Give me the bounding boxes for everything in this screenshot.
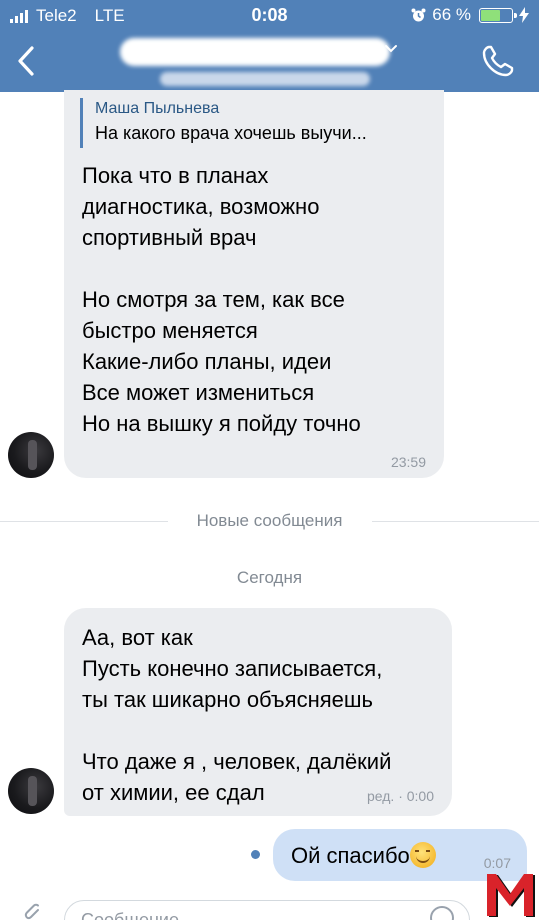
unread-indicator (251, 850, 260, 859)
reply-author: Маша Пыльнева (95, 100, 220, 117)
charging-icon (519, 7, 529, 23)
chat-header: Tele2 LTE 0:08 66 % (0, 0, 539, 92)
paperclip-icon[interactable] (22, 902, 44, 920)
message-text: Аа, вот как Пусть конечно записывается, … (82, 625, 392, 805)
battery-percent: 66 % (432, 5, 471, 24)
avatar[interactable] (8, 432, 54, 478)
back-button[interactable] (12, 44, 42, 78)
reply-preview-text: На какого врача хочешь выучи... (95, 123, 367, 143)
message-composer (0, 892, 539, 920)
avatar[interactable] (8, 768, 54, 814)
chevron-down-icon (385, 45, 397, 53)
incoming-message[interactable]: Аа, вот как Пусть конечно записывается, … (64, 608, 452, 816)
message-text: Ой спасибо (291, 843, 410, 868)
chat-title[interactable] (120, 32, 400, 88)
redacted-contact-name (120, 38, 390, 66)
reply-quote[interactable]: Маша Пыльнева На какого врача хочешь выу… (80, 98, 432, 148)
call-button[interactable] (479, 42, 517, 80)
logo-m-watermark (487, 874, 535, 917)
smiling-face-emoji-icon (409, 842, 436, 868)
redacted-last-seen (160, 72, 370, 86)
alarm-icon (411, 8, 426, 21)
incoming-message[interactable]: Маша Пыльнева На какого врача хочешь выу… (64, 90, 444, 478)
date-separator: Сегодня (236, 568, 303, 587)
phone-icon (482, 45, 514, 77)
message-time: ред. · 0:00 (366, 788, 434, 804)
message-input[interactable] (64, 900, 470, 920)
sticker-icon[interactable] (428, 904, 456, 920)
chevron-left-icon (18, 46, 34, 76)
new-messages-divider: Новые сообщения (0, 508, 539, 534)
battery-icon (479, 7, 517, 23)
message-time: 23:59 (390, 454, 426, 470)
status-bar: Tele2 LTE 0:08 66 % (0, 0, 539, 30)
message-text: Пока что в планах диагностика, возможно … (82, 163, 361, 436)
